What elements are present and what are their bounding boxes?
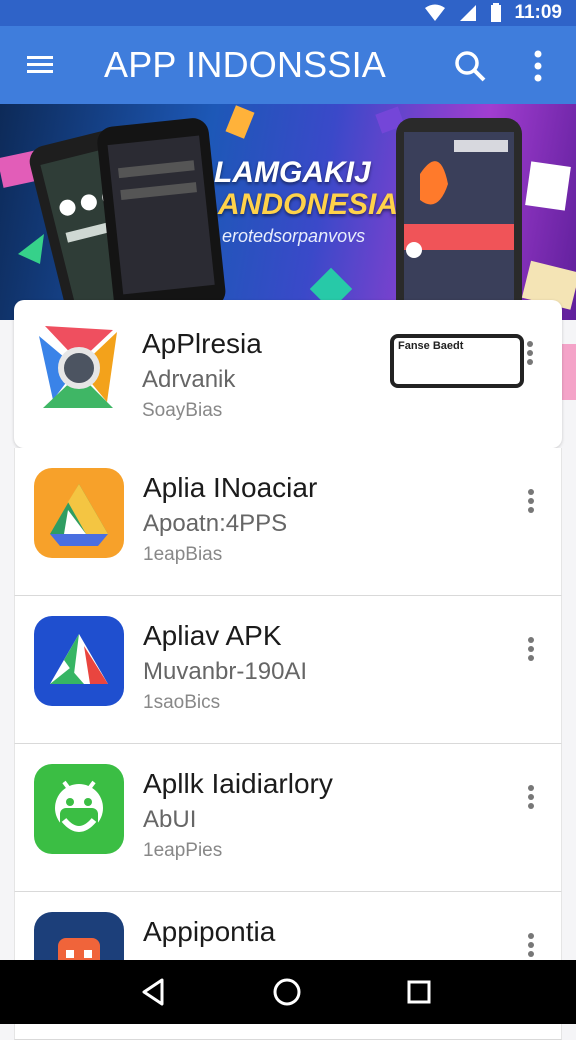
side-accent <box>560 344 576 400</box>
phone-thumbnail: Fanse Baedt <box>390 334 524 388</box>
more-vert-icon[interactable] <box>523 782 539 812</box>
more-vert-icon[interactable] <box>523 930 539 960</box>
more-vert-icon[interactable] <box>524 46 552 86</box>
app-subtitle: Muvanbr-190AI <box>143 658 308 685</box>
clock: 11:09 <box>514 2 562 23</box>
menu-icon[interactable] <box>24 48 58 82</box>
app-subtitle: Adrvanik <box>142 366 236 393</box>
banner-headline-2: ANDONESIA <box>218 188 399 221</box>
app-title: APP INDONSSIA <box>104 44 387 85</box>
list-item[interactable]: ApPlresia Adrvanik SoayBias Fanse Baedt <box>14 300 562 448</box>
wifi-icon <box>425 4 446 21</box>
app-name: Appipontia <box>143 916 276 947</box>
status-bar: 11:09 <box>0 0 576 26</box>
app-subtitle: AbUI <box>143 806 197 833</box>
more-vert-icon[interactable] <box>523 634 539 664</box>
list-item[interactable]: Apliav APK Muvanbr-190AI 1saoBics <box>14 596 562 744</box>
home-icon[interactable] <box>269 974 305 1010</box>
promo-banner[interactable]: LAMGAKIJ ANDONESIA erotedsorpanvovs <box>0 104 576 320</box>
app-meta: 1eapBias <box>143 544 223 565</box>
battery-icon <box>491 3 502 22</box>
app-meta: 1eapPies <box>143 840 223 861</box>
thumbnail-caption: Fanse Baedt <box>398 340 464 352</box>
more-vert-icon[interactable] <box>523 486 539 516</box>
app-name: Apllk Iaidiarlory <box>143 768 333 799</box>
app-bar: APP INDONSSIA <box>0 26 576 104</box>
app-subtitle: Apoatn:4PPS <box>143 510 288 537</box>
app-list: ApPlresia Adrvanik SoayBias Fanse Baedt … <box>14 300 562 1040</box>
android-icon <box>34 764 124 854</box>
app-name: ApPlresia <box>142 328 262 359</box>
banner-subline: erotedsorpanvovs <box>222 226 366 246</box>
banner-headline: LAMGAKIJ <box>214 156 371 189</box>
app-name: Aplia INoaciar <box>143 472 318 503</box>
drive-triangle-icon <box>34 468 124 558</box>
app-meta: 1saoBics <box>143 692 221 713</box>
system-nav-bar <box>0 960 576 1024</box>
multicolor-app-icon <box>33 322 123 412</box>
list-item[interactable]: Apllk Iaidiarlory AbUI 1eapPies <box>14 744 562 892</box>
recents-icon[interactable] <box>401 974 437 1010</box>
drive-triangle-blue-icon <box>34 616 124 706</box>
back-icon[interactable] <box>136 974 172 1010</box>
app-meta: SoayBias <box>142 400 223 421</box>
signal-icon <box>460 5 477 21</box>
app-name: Apliav APK <box>143 620 282 651</box>
more-vert-icon[interactable] <box>522 338 538 368</box>
list-item[interactable]: Aplia INoaciar Apoatn:4PPS 1eapBias <box>14 448 562 596</box>
search-icon[interactable] <box>452 48 488 84</box>
